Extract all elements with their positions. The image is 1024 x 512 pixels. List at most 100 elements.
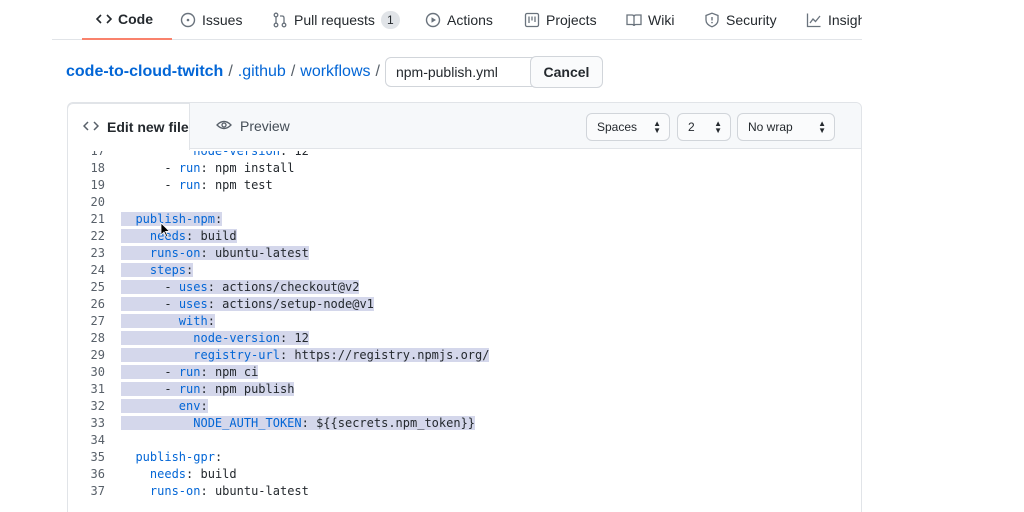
- code-line[interactable]: 37 runs-on: ubuntu-latest: [68, 483, 861, 500]
- tab-actions-label: Actions: [447, 12, 493, 28]
- wrap-mode-select[interactable]: No wrap ▲ ▼: [737, 113, 835, 141]
- tab-edit-new-file[interactable]: Edit new file: [67, 103, 190, 150]
- selection-highlight: env:: [121, 399, 208, 413]
- line-number: 35: [90, 450, 105, 464]
- graph-icon: [806, 12, 822, 28]
- tab-issues[interactable]: Issues: [180, 0, 242, 40]
- code-line[interactable]: 30 - run: npm ci: [68, 364, 861, 381]
- cancel-button[interactable]: Cancel: [530, 56, 603, 88]
- project-icon: [524, 12, 540, 28]
- line-text: - run: npm install: [164, 161, 295, 175]
- tab-actions[interactable]: Actions: [425, 0, 493, 40]
- code-line[interactable]: 17 node-version: 12: [68, 151, 861, 160]
- line-number: 20: [90, 195, 105, 209]
- line-text: runs-on: ubuntu-latest: [121, 245, 309, 262]
- line-number: 34: [90, 433, 105, 447]
- book-icon: [626, 12, 642, 28]
- selection-highlight: steps:: [121, 263, 194, 277]
- code-line[interactable]: 32 env:: [68, 398, 861, 415]
- line-text: needs: build: [149, 467, 237, 481]
- code-line[interactable]: 21 publish-npm:: [68, 211, 861, 228]
- github-page: Code Issues Pull requests 1 Actions Proj…: [52, 0, 862, 512]
- code-line[interactable]: 25 - uses: actions/checkout@v2: [68, 279, 861, 296]
- line-text: - uses: actions/checkout@v2: [121, 279, 360, 296]
- line-text: publish-gpr:: [135, 450, 223, 464]
- tab-code[interactable]: Code: [82, 0, 172, 40]
- line-number: 28: [90, 331, 105, 345]
- tab-projects-label: Projects: [546, 12, 597, 28]
- code-area[interactable]: 17 node-version: 12 18 - run: npm install…: [68, 151, 861, 512]
- selection-highlight: NODE_AUTH_TOKEN: ${{secrets.npm_token}}: [121, 416, 476, 430]
- code-line[interactable]: 29 registry-url: https://registry.npmjs.…: [68, 347, 861, 364]
- code-line[interactable]: 19 - run: npm test: [68, 177, 861, 194]
- code-line[interactable]: 28 node-version: 12: [68, 330, 861, 347]
- selection-highlight: - run: npm publish: [121, 382, 295, 396]
- tab-pull-requests[interactable]: Pull requests 1: [272, 0, 400, 40]
- line-number: 21: [90, 212, 105, 226]
- code-line[interactable]: 34: [68, 432, 861, 449]
- line-number: 24: [90, 263, 105, 277]
- select-arrows-icon: ▲ ▼: [818, 119, 826, 135]
- code-line[interactable]: 18 - run: npm install: [68, 160, 861, 177]
- breadcrumb-separator: /: [228, 63, 233, 80]
- code-icon: [96, 11, 112, 27]
- pull-requests-count-badge: 1: [380, 11, 400, 29]
- breadcrumb-repo-link[interactable]: code-to-cloud-twitch: [66, 63, 223, 81]
- line-text: env:: [121, 398, 208, 415]
- indent-mode-select[interactable]: Spaces ▲ ▼: [586, 113, 670, 141]
- line-number: 29: [90, 348, 105, 362]
- breadcrumb-github-link[interactable]: .github: [238, 63, 286, 81]
- edit-tab-label: Edit new file: [107, 119, 189, 135]
- code-line[interactable]: 23 runs-on: ubuntu-latest: [68, 245, 861, 262]
- code-line[interactable]: 20: [68, 194, 861, 211]
- line-number: 23: [90, 246, 105, 260]
- indent-size-select[interactable]: 2 ▲ ▼: [677, 113, 731, 141]
- line-text: with:: [121, 313, 215, 330]
- selection-highlight: publish-npm:: [121, 212, 223, 226]
- code-line[interactable]: 31 - run: npm publish: [68, 381, 861, 398]
- preview-tab-label: Preview: [240, 118, 290, 134]
- line-text: steps:: [121, 262, 194, 279]
- line-number: 22: [90, 229, 105, 243]
- code-line[interactable]: 33 NODE_AUTH_TOKEN: ${{secrets.npm_token…: [68, 415, 861, 432]
- line-text: registry-url: https://registry.npmjs.org…: [121, 347, 490, 364]
- line-number: 37: [90, 484, 105, 498]
- tab-insights[interactable]: Insigh: [806, 0, 862, 40]
- play-icon: [425, 12, 441, 28]
- code-line[interactable]: 22 needs: build: [68, 228, 861, 245]
- wrap-mode-value: No wrap: [748, 120, 793, 134]
- tab-projects[interactable]: Projects: [524, 0, 597, 40]
- code-line[interactable]: 24 steps:: [68, 262, 861, 279]
- line-text: publish-npm:: [121, 211, 223, 228]
- breadcrumb-separator: /: [290, 63, 296, 80]
- repo-nav: Code Issues Pull requests 1 Actions Proj…: [52, 0, 862, 40]
- line-text: - run: npm publish: [121, 381, 295, 398]
- code-line[interactable]: 27 with:: [68, 313, 861, 330]
- file-editor: Edit new file Preview Spaces ▲ ▼ 2 ▲ ▼ No …: [67, 102, 862, 512]
- code-line[interactable]: 36 needs: build: [68, 466, 861, 483]
- line-text: needs: build: [121, 228, 237, 245]
- tab-preview[interactable]: Preview: [216, 103, 290, 149]
- line-text: - uses: actions/setup-node@v1: [121, 296, 374, 313]
- line-text: - run: npm test: [164, 178, 273, 192]
- filename-input[interactable]: [384, 57, 541, 87]
- code-line[interactable]: 26 - uses: actions/setup-node@v1: [68, 296, 861, 313]
- tab-security-label: Security: [726, 12, 777, 28]
- breadcrumb-workflows-link[interactable]: workflows: [300, 63, 370, 81]
- mouse-cursor-icon: [160, 222, 170, 238]
- code-line[interactable]: 35 publish-gpr:: [68, 449, 861, 466]
- breadcrumb-separator: /: [375, 63, 380, 80]
- line-text: node-version: 12: [121, 330, 309, 347]
- line-number: 36: [90, 467, 105, 481]
- tab-issues-label: Issues: [202, 12, 243, 28]
- line-number: 30: [90, 365, 105, 379]
- eye-icon: [216, 117, 232, 136]
- tab-security[interactable]: Security: [704, 0, 777, 40]
- line-number: 17: [90, 151, 105, 158]
- tab-wiki-label: Wiki: [648, 12, 675, 28]
- select-arrows-icon: ▲ ▼: [653, 119, 661, 135]
- tab-wiki[interactable]: Wiki: [626, 0, 674, 40]
- code-icon: [82, 118, 100, 137]
- line-number: 33: [90, 416, 105, 430]
- line-number: 27: [90, 314, 105, 328]
